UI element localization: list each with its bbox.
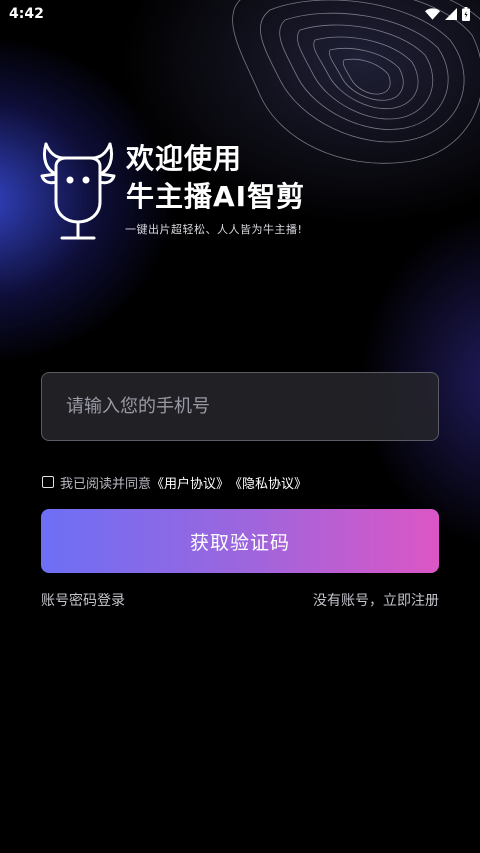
phone-number-input[interactable] [64, 395, 438, 418]
signal-icon [445, 8, 457, 20]
password-login-link[interactable]: 账号密码登录 [41, 590, 125, 610]
get-verification-code-button[interactable]: 获取验证码 [41, 509, 439, 573]
bull-microphone-logo-icon [40, 142, 116, 240]
user-agreement-link[interactable]: 《用户协议》 [151, 473, 229, 492]
status-time: 4:42 [9, 6, 44, 22]
title-block: 欢迎使用 牛主播AI智剪 [126, 140, 366, 216]
register-link[interactable]: 没有账号，立即注册 [313, 590, 439, 610]
battery-icon [462, 7, 470, 21]
bottom-links: 账号密码登录 没有账号，立即注册 [41, 590, 439, 610]
agreement-row: 我已阅读并同意 《用户协议》 《隐私协议》 [42, 472, 307, 492]
wifi-icon [425, 8, 440, 20]
status-bar: 4:42 [0, 0, 480, 28]
agreement-checkbox[interactable] [42, 476, 54, 488]
welcome-title: 欢迎使用 [126, 142, 243, 175]
tagline: 一键出片超轻松、人人皆为牛主播! [125, 223, 303, 236]
agreement-prefix: 我已阅读并同意 [60, 476, 152, 492]
privacy-agreement-link[interactable]: 《隐私协议》 [229, 473, 307, 492]
phone-input-box[interactable] [41, 372, 439, 441]
status-icons [425, 7, 470, 21]
app-name-title: 牛主播AI智剪 [126, 180, 306, 213]
